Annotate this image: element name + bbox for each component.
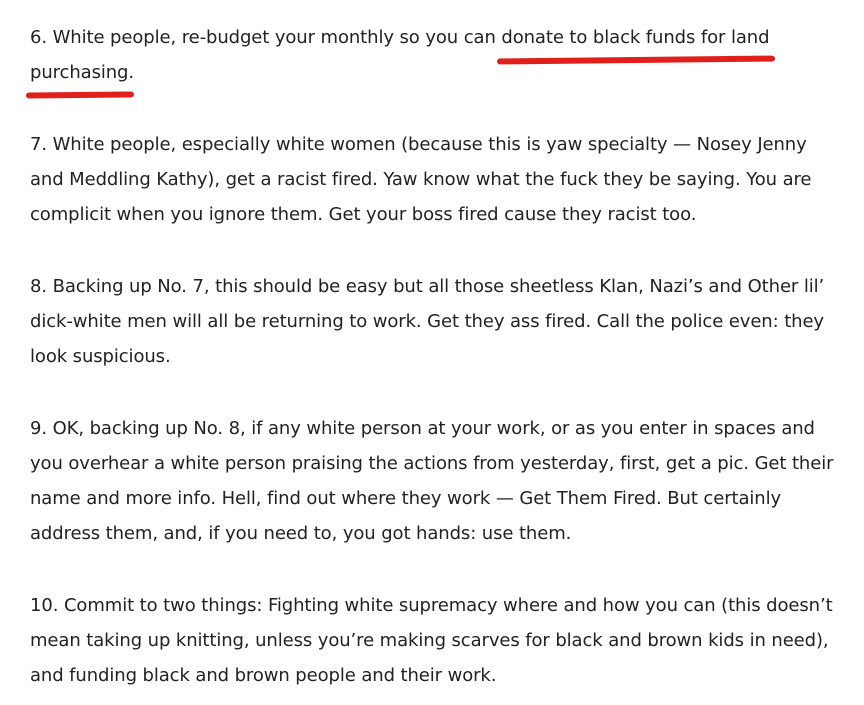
paragraph-6: 6. White people, re-budget your monthly … xyxy=(30,20,850,90)
paragraph-line: and Meddling Kathy), get a racist fired.… xyxy=(30,169,812,190)
paragraph-line: complicit when you ignore them. Get your… xyxy=(30,204,697,225)
paragraph-line: dick-white men will all be returning to … xyxy=(30,311,824,332)
paragraph-line: 7. White people, especially white women … xyxy=(30,134,807,155)
paragraph-line: look suspicious. xyxy=(30,346,171,367)
paragraph-line: 8. Backing up No. 7, this should be easy… xyxy=(30,276,825,297)
paragraph-7: 7. White people, especially white women … xyxy=(30,127,850,232)
paragraph-line: address them, and, if you need to, you g… xyxy=(30,523,572,544)
paragraph-10: 10. Commit to two things: Fighting white… xyxy=(30,588,850,693)
paragraph-9: 9. OK, backing up No. 8, if any white pe… xyxy=(30,411,850,551)
highlighted-phrase: donate to black funds for land xyxy=(501,20,769,55)
line-text: . xyxy=(128,62,135,83)
paragraph-8: 8. Backing up No. 7, this should be easy… xyxy=(30,269,850,374)
paragraph-line: you overhear a white person praising the… xyxy=(30,453,834,474)
article-body: 6. White people, re-budget your monthly … xyxy=(30,20,850,693)
paragraph-line: 9. OK, backing up No. 8, if any white pe… xyxy=(30,418,815,439)
paragraph-line: 6. White people, re-budget your monthly … xyxy=(30,20,850,55)
line-text: 6. White people, re-budget your monthly … xyxy=(30,27,502,48)
paragraph-line: and funding black and brown people and t… xyxy=(30,665,497,686)
highlighted-phrase: purchasing xyxy=(30,55,128,90)
paragraph-line: 10. Commit to two things: Fighting white… xyxy=(30,595,833,616)
paragraph-line: mean taking up knitting, unless you’re m… xyxy=(30,630,829,651)
paragraph-line: name and more info. Hell, find out where… xyxy=(30,488,782,509)
